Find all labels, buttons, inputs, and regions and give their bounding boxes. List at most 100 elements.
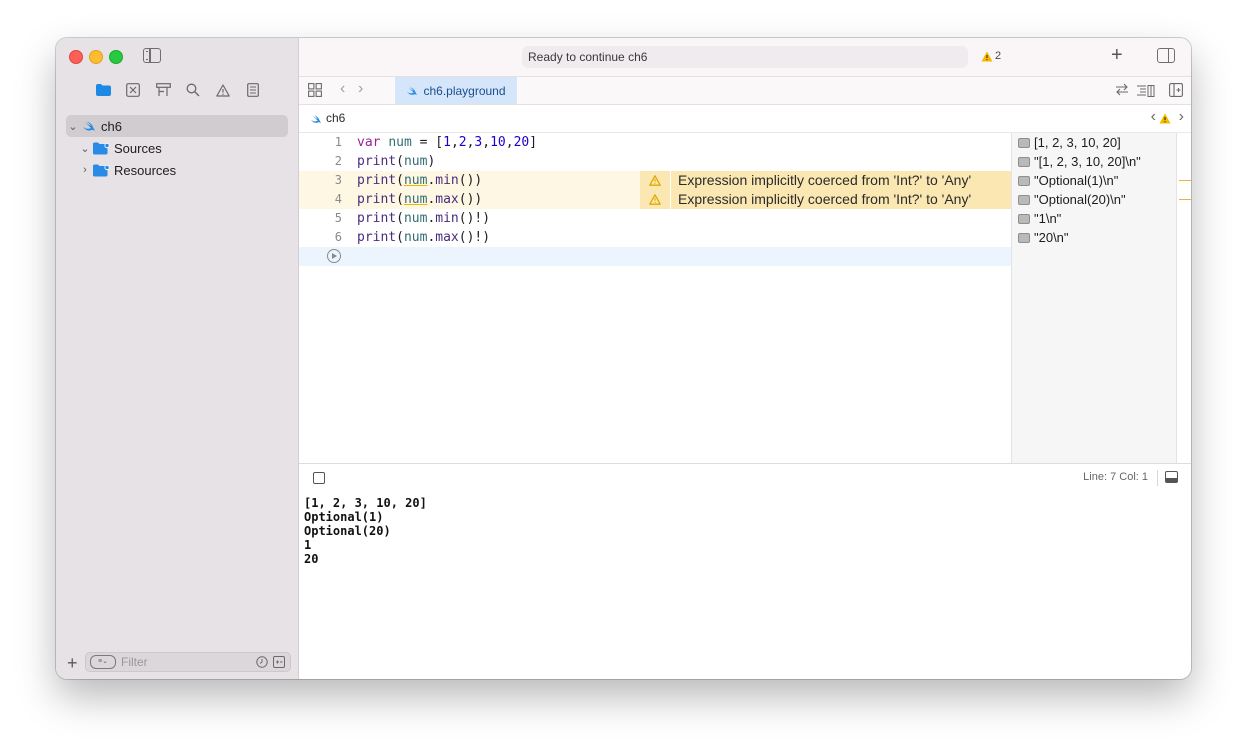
function-token: max bbox=[435, 230, 459, 245]
function-token: print bbox=[357, 154, 397, 169]
result-row[interactable]: "1\n" bbox=[1018, 209, 1061, 228]
number-literal: 10 bbox=[490, 135, 506, 150]
result-value: "20\n" bbox=[1034, 230, 1069, 245]
tree-item-sources[interactable]: ⌄ Sources bbox=[78, 137, 162, 159]
console-line: Optional(20) bbox=[304, 524, 391, 538]
number-literal: 1 bbox=[443, 135, 451, 150]
code-line-warning[interactable]: 4 print(num.max()) Expression implicitly… bbox=[299, 190, 1011, 209]
previous-issue-chevron-icon[interactable]: ‹ bbox=[1151, 108, 1156, 126]
quick-look-icon[interactable] bbox=[1018, 194, 1030, 205]
code-line-warning[interactable]: 3 print(num.min()) Expression implicitly… bbox=[299, 171, 1011, 190]
identifier-token: num bbox=[388, 135, 412, 150]
toolbar-warning-indicator[interactable]: 2 bbox=[981, 50, 1001, 62]
code-text: print(num.min()!) bbox=[357, 211, 491, 226]
swap-arrows-icon[interactable] bbox=[1115, 83, 1129, 101]
quick-look-icon[interactable] bbox=[1018, 137, 1030, 148]
symbol-navigator-icon[interactable] bbox=[154, 82, 172, 98]
activity-view[interactable]: Ready to continue ch6 bbox=[522, 46, 968, 68]
warning-icon bbox=[640, 171, 671, 190]
code-line[interactable]: 5 print(num.min()!) bbox=[299, 209, 1011, 228]
library-plus-icon[interactable]: + bbox=[1111, 44, 1123, 67]
line-col-indicator: Line: 7 Col: 1 bbox=[1083, 471, 1148, 483]
add-editor-split-icon[interactable] bbox=[1169, 83, 1183, 102]
navigator-filter-bar: + ≡⌄ Filter bbox=[56, 649, 298, 679]
inspector-toggle-icon[interactable] bbox=[1157, 48, 1175, 63]
number-literal: 20 bbox=[513, 135, 530, 150]
warning-count: 2 bbox=[995, 50, 1002, 62]
result-value: "[1, 2, 3, 10, 20]\n" bbox=[1034, 154, 1141, 169]
function-token: print bbox=[357, 230, 397, 245]
code-text: print(num.min()) bbox=[357, 173, 483, 188]
issue-warning-icon[interactable] bbox=[1159, 113, 1171, 124]
back-chevron-icon[interactable]: ‹ bbox=[340, 80, 345, 98]
chevron-right-icon[interactable]: › bbox=[78, 164, 92, 176]
result-row[interactable]: [1, 2, 3, 10, 20] bbox=[1018, 133, 1121, 152]
result-row[interactable]: "Optional(1)\n" bbox=[1018, 171, 1118, 190]
minimize-window-button[interactable] bbox=[89, 50, 103, 64]
console-toggle-icon[interactable] bbox=[1165, 471, 1178, 483]
tab-ch6-playground[interactable]: ch6.playground bbox=[395, 77, 517, 104]
inline-warning[interactable]: Expression implicitly coerced from 'Int?… bbox=[640, 190, 1011, 209]
warning-icon bbox=[640, 190, 671, 209]
quick-look-icon[interactable] bbox=[1018, 175, 1030, 186]
run-playground-play-icon[interactable] bbox=[327, 249, 341, 263]
code-line[interactable]: 1 var num = [1,2,3,10,20] bbox=[299, 133, 1011, 152]
console-output[interactable]: [1, 2, 3, 10, 20] Optional(1) Optional(2… bbox=[299, 492, 1191, 679]
add-file-plus-icon[interactable]: + bbox=[67, 653, 78, 674]
code-line[interactable]: 6 print(num.max()!) bbox=[299, 228, 1011, 247]
recent-files-clock-icon[interactable] bbox=[256, 656, 268, 671]
quick-look-icon[interactable] bbox=[1018, 232, 1030, 243]
report-navigator-icon[interactable] bbox=[244, 82, 262, 98]
debug-bar: Line: 7 Col: 1 bbox=[299, 463, 1191, 493]
swift-icon bbox=[80, 120, 98, 132]
line-number: 3 bbox=[334, 173, 342, 187]
filter-field[interactable]: ≡⌄ Filter bbox=[85, 652, 291, 672]
breadcrumb[interactable]: ch6 bbox=[326, 111, 345, 125]
line-number: 5 bbox=[334, 211, 342, 225]
window-toolbar: Ready to continue ch6 2 + bbox=[299, 38, 1191, 77]
console-line: 1 bbox=[304, 538, 312, 552]
close-window-button[interactable] bbox=[69, 50, 83, 64]
code-text: print(num.max()) bbox=[357, 192, 483, 207]
project-navigator-folder-icon[interactable] bbox=[94, 82, 112, 98]
forward-chevron-icon[interactable]: › bbox=[358, 80, 363, 98]
warning-marker bbox=[1179, 199, 1191, 200]
quick-look-icon[interactable] bbox=[1018, 156, 1030, 167]
filter-options-icon[interactable]: ≡⌄ bbox=[90, 655, 116, 669]
tree-item-resources[interactable]: › Resources bbox=[78, 159, 176, 181]
line-number: 2 bbox=[334, 154, 342, 168]
source-control-icon[interactable] bbox=[124, 82, 142, 98]
issue-navigator-warning-icon[interactable] bbox=[214, 82, 232, 98]
editor-tab-bar: ‹ › ch6.playground bbox=[299, 77, 1191, 105]
chevron-down-icon[interactable]: ⌄ bbox=[78, 142, 92, 155]
source-control-filter-icon[interactable] bbox=[273, 656, 285, 671]
result-row[interactable]: "[1, 2, 3, 10, 20]\n" bbox=[1018, 152, 1141, 171]
quick-look-icon[interactable] bbox=[1018, 213, 1030, 224]
identifier-token: num bbox=[403, 154, 428, 169]
inline-warning[interactable]: Expression implicitly coerced from 'Int?… bbox=[640, 171, 1011, 190]
result-row[interactable]: "Optional(20)\n" bbox=[1018, 190, 1126, 209]
folder-icon bbox=[92, 164, 110, 177]
find-navigator-search-icon[interactable] bbox=[184, 82, 202, 98]
swift-icon bbox=[407, 86, 418, 95]
identifier-token: num bbox=[403, 230, 428, 245]
line-number: 6 bbox=[334, 230, 342, 244]
next-issue-chevron-icon[interactable]: › bbox=[1179, 108, 1184, 126]
line-number: 1 bbox=[334, 135, 342, 149]
hide-debug-area-checkbox[interactable] bbox=[313, 472, 325, 484]
related-items-grid-icon[interactable] bbox=[308, 83, 322, 102]
source-editor[interactable]: 1 var num = [1,2,3,10,20] 2 print(num) 3… bbox=[299, 133, 1011, 463]
result-row[interactable]: "20\n" bbox=[1018, 228, 1069, 247]
sidebar-toggle-icon[interactable] bbox=[143, 48, 161, 63]
zoom-window-button[interactable] bbox=[109, 50, 123, 64]
adjust-editor-options-icon[interactable] bbox=[1137, 84, 1155, 102]
function-token: min bbox=[435, 173, 459, 188]
identifier-token: num bbox=[403, 192, 428, 207]
tree-item-ch6[interactable]: ⌄ ch6 bbox=[66, 115, 288, 137]
tree-item-label: Sources bbox=[114, 140, 162, 156]
xcode-window: ⌄ ch6 ⌄ Sources › Resources + ≡⌄ Filter bbox=[56, 38, 1191, 679]
identifier-token: num bbox=[403, 211, 428, 226]
current-code-line[interactable] bbox=[299, 247, 1011, 266]
chevron-down-icon[interactable]: ⌄ bbox=[66, 120, 80, 133]
code-line[interactable]: 2 print(num) bbox=[299, 152, 1011, 171]
